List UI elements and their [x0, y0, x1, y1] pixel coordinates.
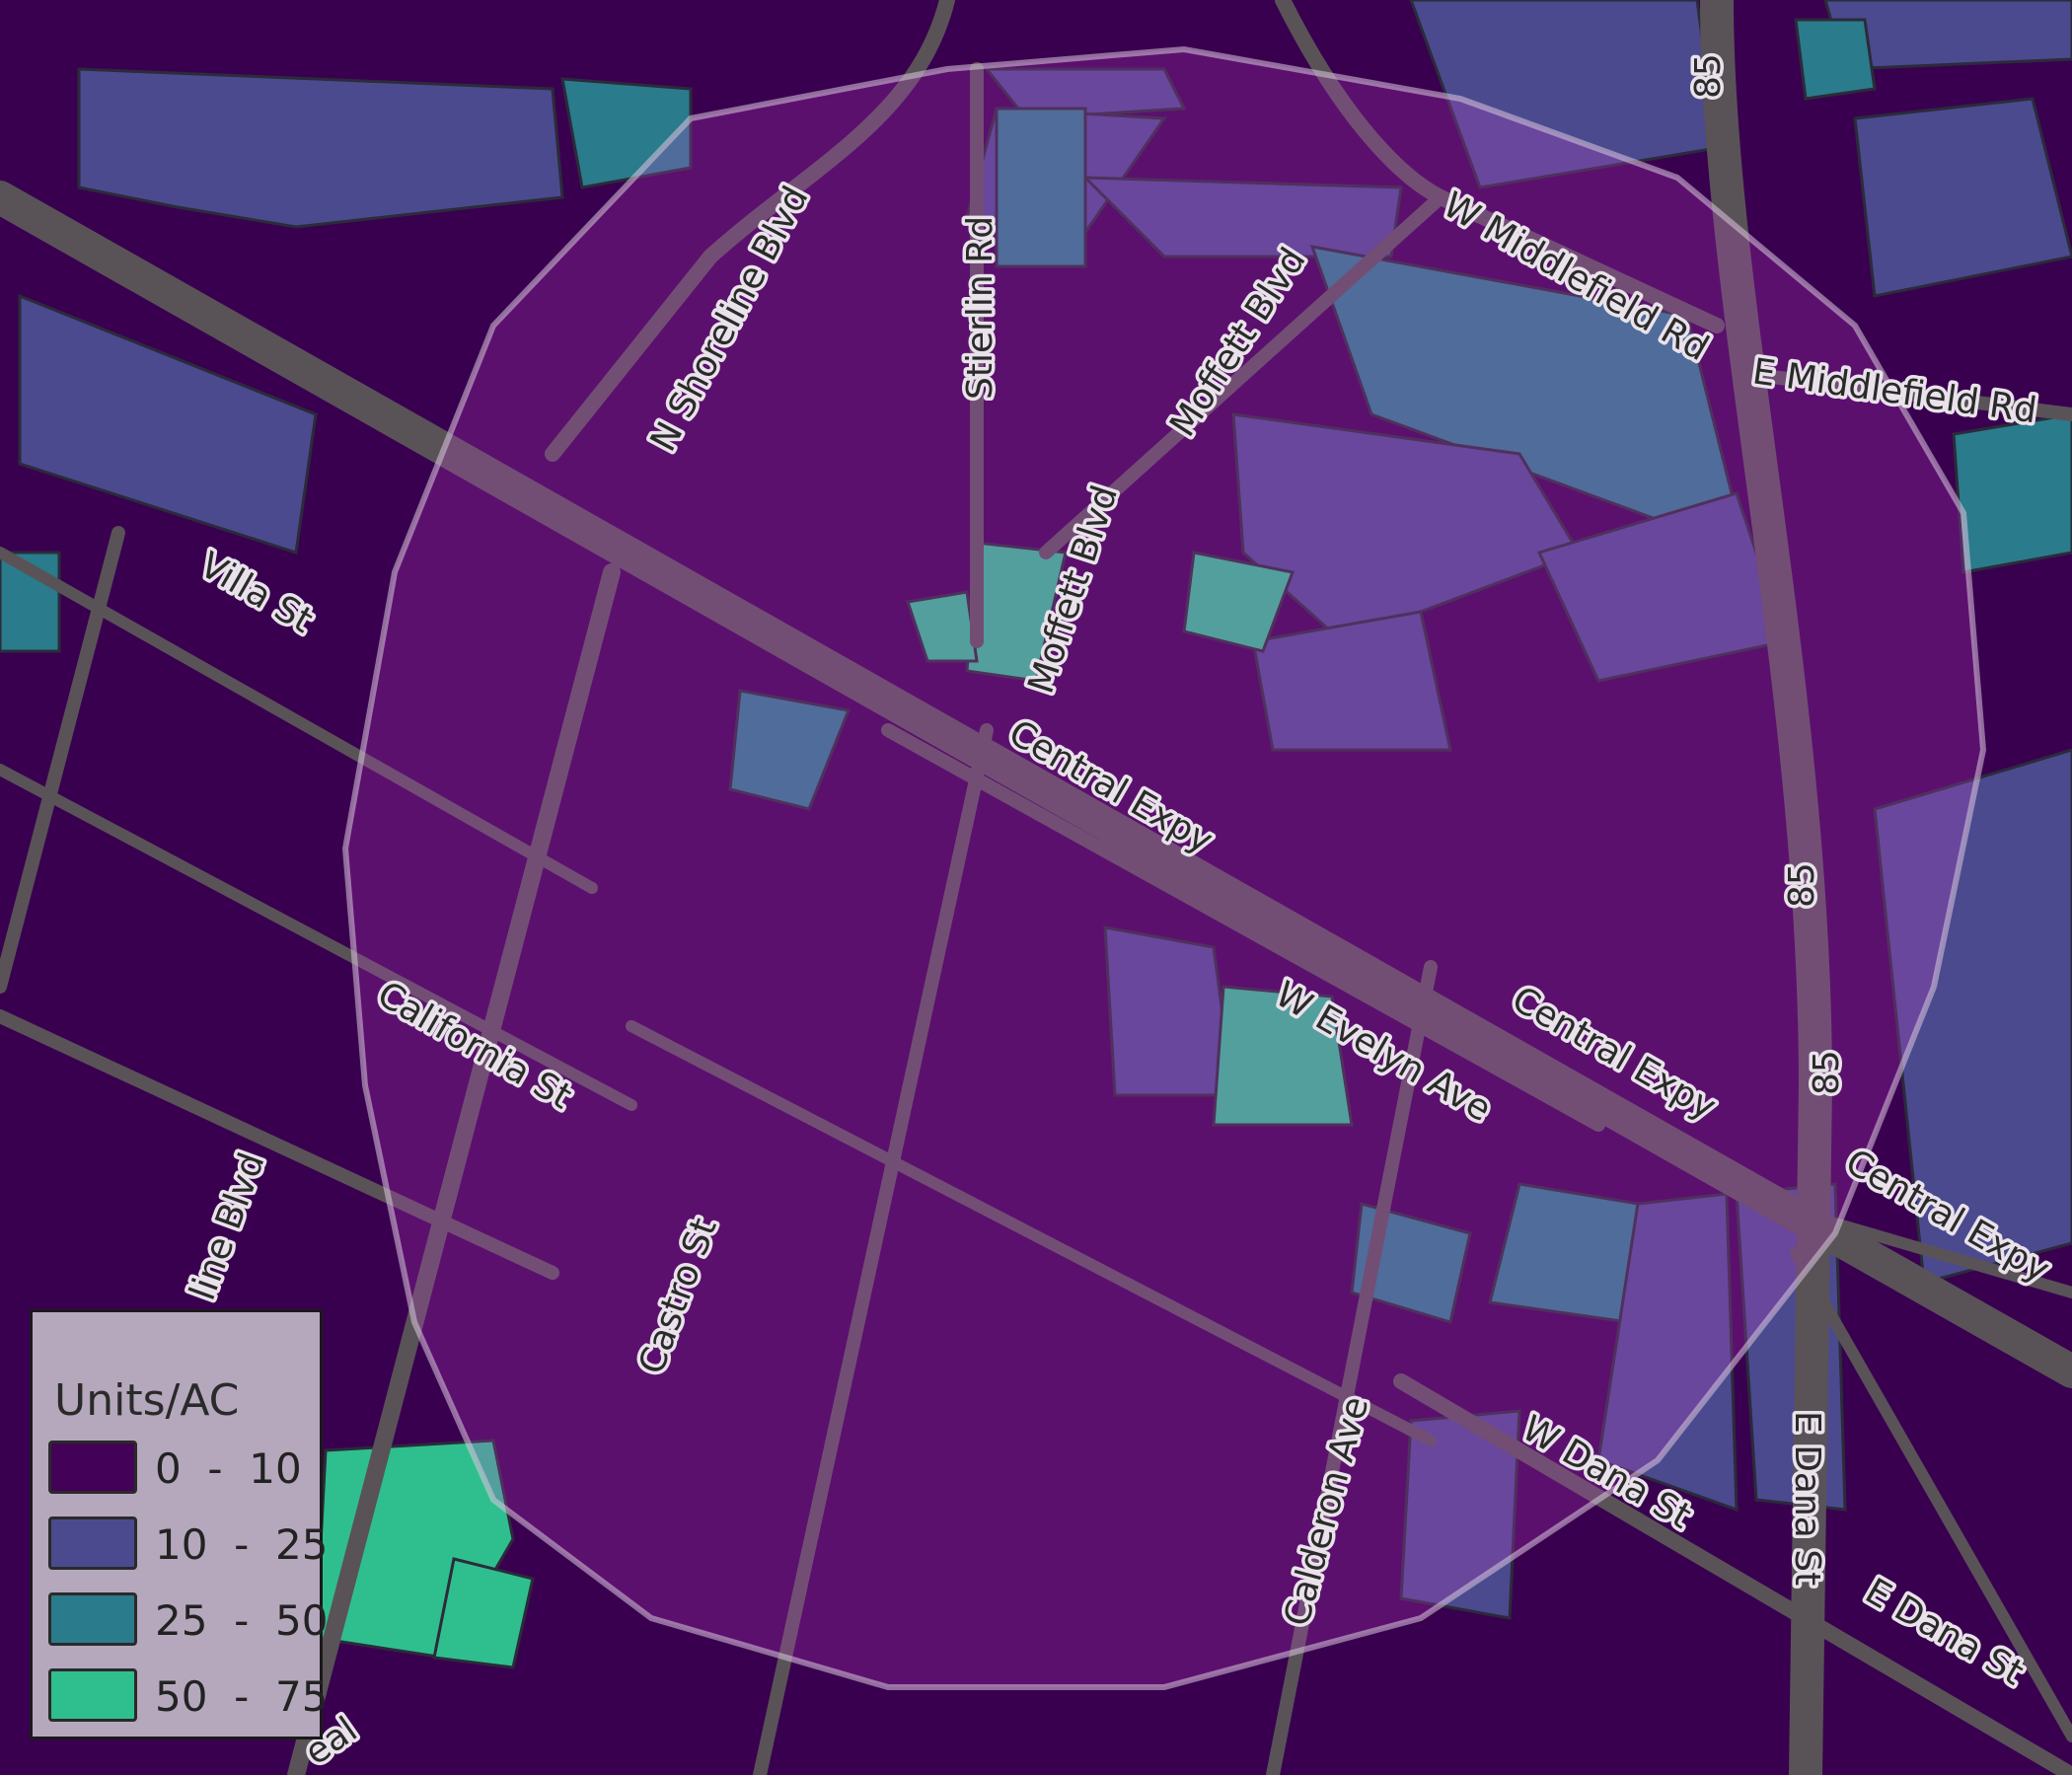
- legend-swatch: [48, 1668, 137, 1722]
- legend-label: 10 - 25: [155, 1520, 329, 1569]
- road-label: 85: [1782, 862, 1822, 908]
- legend-swatch: [48, 1516, 137, 1570]
- legend-item: 10 - 25: [48, 1516, 328, 1574]
- legend: Units/AC 0 - 10 10 - 25 25 - 50 50 - 75: [30, 1309, 328, 1739]
- road-label: 85: [1688, 53, 1729, 99]
- legend-title: Units/AC: [54, 1375, 240, 1426]
- road-label: 85: [1807, 1050, 1847, 1095]
- road-label: E Dana St: [1787, 1411, 1827, 1586]
- legend-label: 0 - 10: [155, 1444, 302, 1493]
- legend-label: 50 - 75: [155, 1672, 329, 1721]
- legend-swatch: [48, 1441, 137, 1494]
- legend-label: 25 - 50: [155, 1596, 329, 1645]
- legend-item: 25 - 50: [48, 1592, 328, 1650]
- road-label: Stierlin Rd: [960, 216, 1000, 400]
- legend-item: 50 - 75: [48, 1668, 328, 1726]
- legend-swatch: [48, 1592, 137, 1646]
- legend-item: 0 - 10: [48, 1441, 315, 1498]
